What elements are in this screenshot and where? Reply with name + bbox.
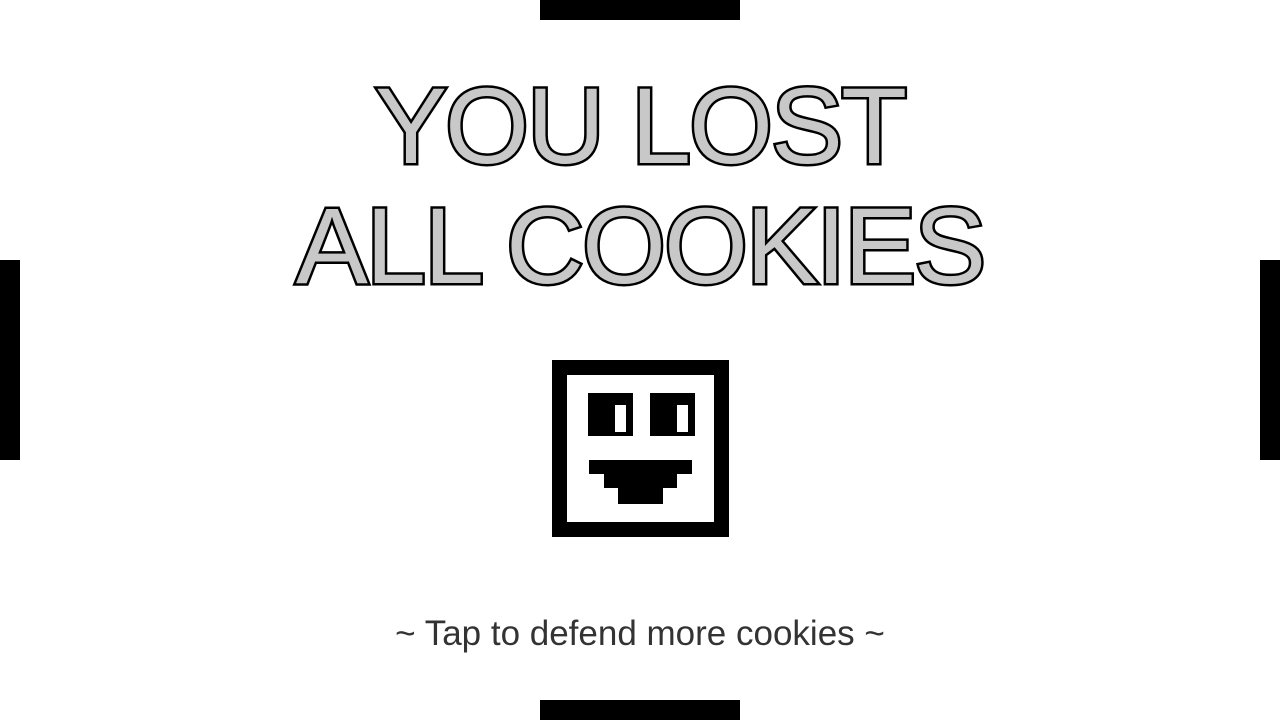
mouth-middle	[604, 474, 677, 488]
game-over-title-line-1: YOU LOST	[372, 65, 909, 186]
mouth-top	[589, 460, 692, 474]
bottom-edge-bar	[540, 700, 740, 720]
tap-to-restart-prompt[interactable]: ~ Tap to defend more cookies ~	[0, 612, 1280, 656]
pixel-smiley-face-icon	[552, 360, 729, 537]
right-eye	[650, 393, 695, 436]
game-over-screen[interactable]: YOU LOST ALL COOKIES ~ Tap to defend mor…	[0, 0, 1280, 720]
top-edge-bar	[540, 0, 740, 20]
mouth-bottom	[618, 488, 663, 504]
game-over-title-line-2: ALL COOKIES	[293, 185, 988, 306]
right-eye-highlight	[677, 405, 688, 432]
left-eye	[588, 393, 633, 436]
left-eye-highlight	[615, 405, 626, 432]
